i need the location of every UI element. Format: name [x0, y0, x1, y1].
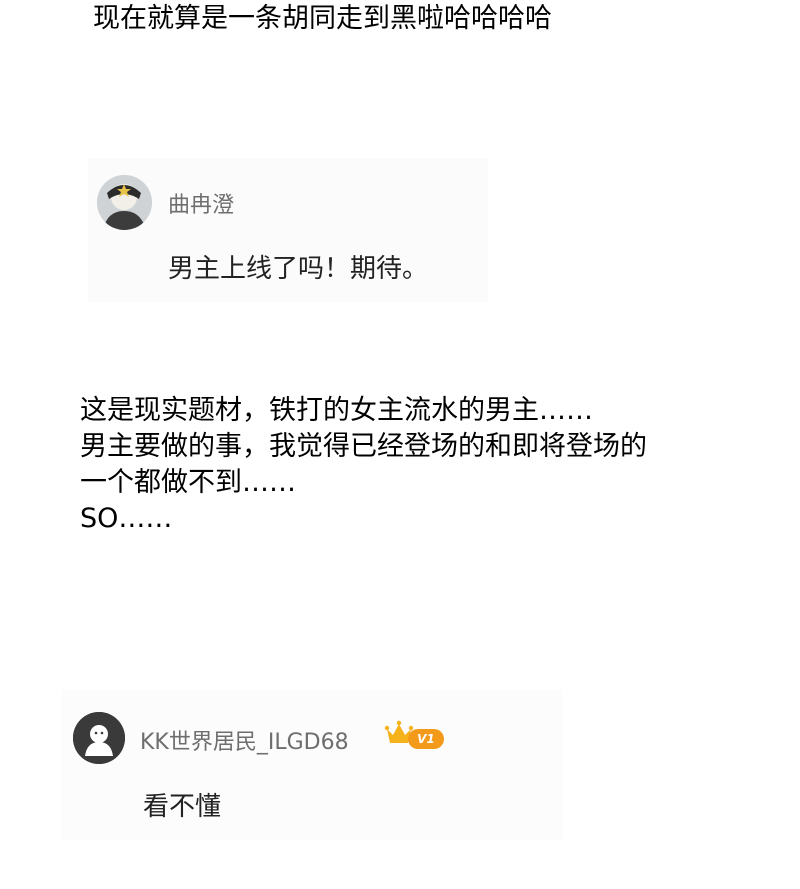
vip-level-badge: V1: [408, 729, 444, 749]
comment-username[interactable]: 曲冉澄: [168, 187, 234, 219]
body-line: SO……: [80, 503, 173, 534]
default-avatar-icon: [73, 712, 125, 764]
comment-card: [62, 690, 562, 840]
avatar[interactable]: [73, 712, 125, 764]
comment-username[interactable]: KK世界居民_ILGD68: [140, 724, 349, 756]
comment-text: 男主上线了吗！期待。: [168, 254, 429, 284]
body-line: 一个都做不到……: [80, 467, 296, 498]
body-line: 这是现实题材，铁打的女主流水的男主……: [80, 395, 593, 426]
user-avatar-icon: [97, 175, 152, 230]
comment-text: 看不懂: [143, 792, 222, 822]
body-line: 男主要做的事，我觉得已经登场的和即将登场的: [80, 431, 647, 462]
body-paragraph: 这是现实题材，铁打的女主流水的男主…… 男主要做的事，我觉得已经登场的和即将登场…: [80, 393, 780, 537]
avatar[interactable]: [97, 175, 152, 230]
top-caption: 现在就算是一条胡同走到黑啦哈哈哈哈: [93, 3, 552, 34]
